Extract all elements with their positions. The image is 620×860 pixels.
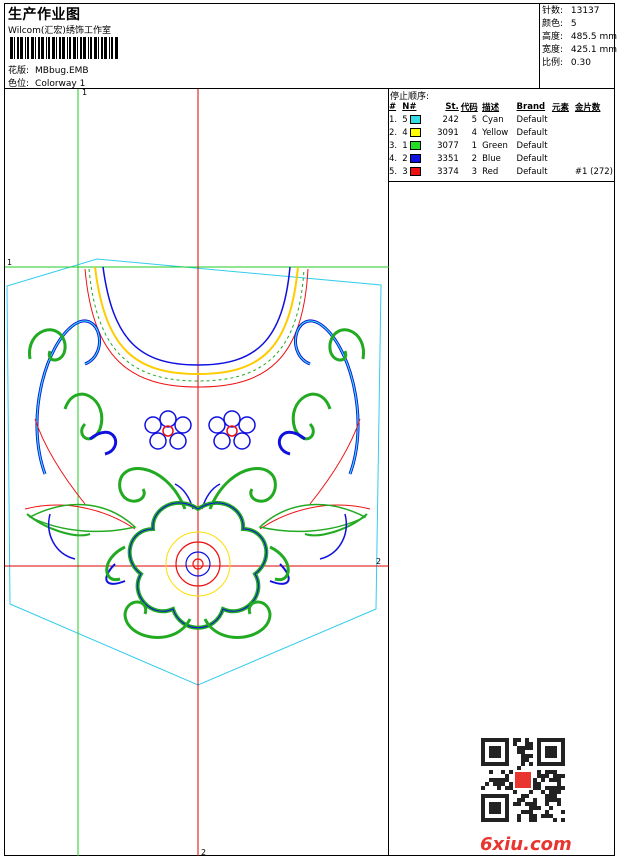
stat-height: 高度: 485.5 mm: [542, 32, 618, 42]
row-sequin: [574, 113, 614, 126]
marker-top-1: 1: [82, 89, 87, 97]
col-number: N#: [402, 101, 417, 112]
small-flower-right: [208, 410, 256, 450]
small-flower-left: [144, 410, 192, 450]
neckline-motif: [84, 266, 309, 388]
stat-stitches: 针数: 13137: [542, 6, 600, 16]
thread-table-header: # N# St. 代码 描述 Brand 元素 金片数: [388, 100, 614, 113]
marker-left-1: 1: [7, 258, 12, 267]
row-element: [551, 165, 574, 178]
row-code: 5: [471, 114, 478, 125]
row-sequin: #1 (272): [574, 166, 613, 177]
color-swatch: [410, 166, 422, 176]
embroidery-design-canvas: 1 1 2 2: [5, 89, 389, 856]
company-name: Wilcom(汇宏)绣饰工作室: [8, 26, 111, 36]
row-stitches: 3077: [437, 140, 459, 151]
row-description: Blue: [482, 153, 501, 164]
row-stitches: 3351: [437, 153, 459, 164]
barcode: [10, 37, 118, 59]
colorway-label: 色位:: [8, 79, 30, 89]
row-sequin: [574, 152, 614, 165]
row-stitches: 242: [442, 114, 459, 125]
row-description: Cyan: [482, 114, 504, 125]
row-description: Red: [482, 166, 499, 177]
row-brand: Default: [516, 114, 548, 125]
qr-code: [481, 738, 565, 822]
col-index: #: [389, 101, 397, 112]
color-swatch: [410, 140, 422, 150]
thread-row: 5. 3 3374 3 Red Default #1 (272): [388, 165, 614, 178]
row-brand: Default: [516, 127, 548, 138]
colorway-value: Colorway 1: [35, 79, 86, 89]
row-number: 4: [401, 126, 431, 139]
col-code: 代码: [460, 102, 478, 113]
row-index: 1.: [389, 114, 398, 125]
row-code: 2: [471, 153, 478, 164]
stat-colors: 颜色: 5: [542, 19, 577, 29]
thread-row: 2. 4 3091 4 Yellow Default: [388, 126, 614, 139]
row-element: [551, 126, 574, 139]
row-index: 3.: [389, 140, 398, 151]
row-number: 2: [401, 152, 431, 165]
design-info: 花版: MBbug.EMB: [8, 63, 89, 76]
row-element: [551, 113, 574, 126]
row-code: 1: [471, 140, 478, 151]
watermark-logo: 6xiu.com: [480, 834, 572, 855]
row-stitches: 3374: [437, 166, 459, 177]
row-element: [551, 139, 574, 152]
row-code: 3: [471, 166, 478, 177]
col-description: 描述: [482, 102, 500, 113]
design-outline: [6, 258, 382, 686]
row-brand: Default: [516, 140, 548, 151]
col-brand: Brand: [516, 101, 546, 112]
row-element: [551, 152, 574, 165]
thread-row: 4. 2 3351 2 Blue Default: [388, 152, 614, 165]
row-stitches: 3091: [437, 127, 459, 138]
row-number: 5: [401, 113, 431, 126]
color-swatch: [410, 127, 422, 137]
row-brand: Default: [516, 153, 548, 164]
col-sequin: 金片数: [574, 102, 601, 113]
row-index: 5.: [389, 166, 398, 177]
row-index: 2.: [389, 127, 398, 138]
row-number: 3: [401, 165, 431, 178]
row-sequin: [574, 126, 614, 139]
thread-table: # N# St. 代码 描述 Brand 元素 金片数 1. 5 242 5 Cyan…: [388, 100, 614, 178]
right-scroll-motif: [259, 319, 371, 537]
row-sequin: [574, 139, 614, 152]
row-code: 4: [471, 127, 478, 138]
marker-bottom-2: 2: [201, 848, 206, 856]
col-stitches: St.: [445, 101, 459, 112]
thread-row: 1. 5 242 5 Cyan Default: [388, 113, 614, 126]
thread-row: 3. 1 3077 1 Green Default: [388, 139, 614, 152]
row-number: 1: [401, 139, 431, 152]
marker-right-2: 2: [376, 557, 381, 566]
row-index: 4.: [389, 153, 398, 164]
thread-table-bottom-rule: [388, 181, 614, 182]
design-value: MBbug.EMB: [35, 66, 89, 76]
color-swatch: [410, 153, 422, 163]
row-description: Yellow: [482, 127, 509, 138]
design-label: 花版:: [8, 66, 30, 76]
row-description: Green: [482, 140, 508, 151]
col-element: 元素: [551, 102, 569, 113]
colorway-info: 色位: Colorway 1: [8, 76, 85, 89]
stat-width: 宽度: 425.1 mm: [542, 45, 618, 55]
row-brand: Default: [516, 166, 548, 177]
color-swatch: [410, 114, 422, 124]
page-title: 生产作业图: [8, 7, 81, 23]
stat-scale: 比例: 0.30: [542, 58, 591, 68]
stats-divider: [539, 3, 540, 88]
